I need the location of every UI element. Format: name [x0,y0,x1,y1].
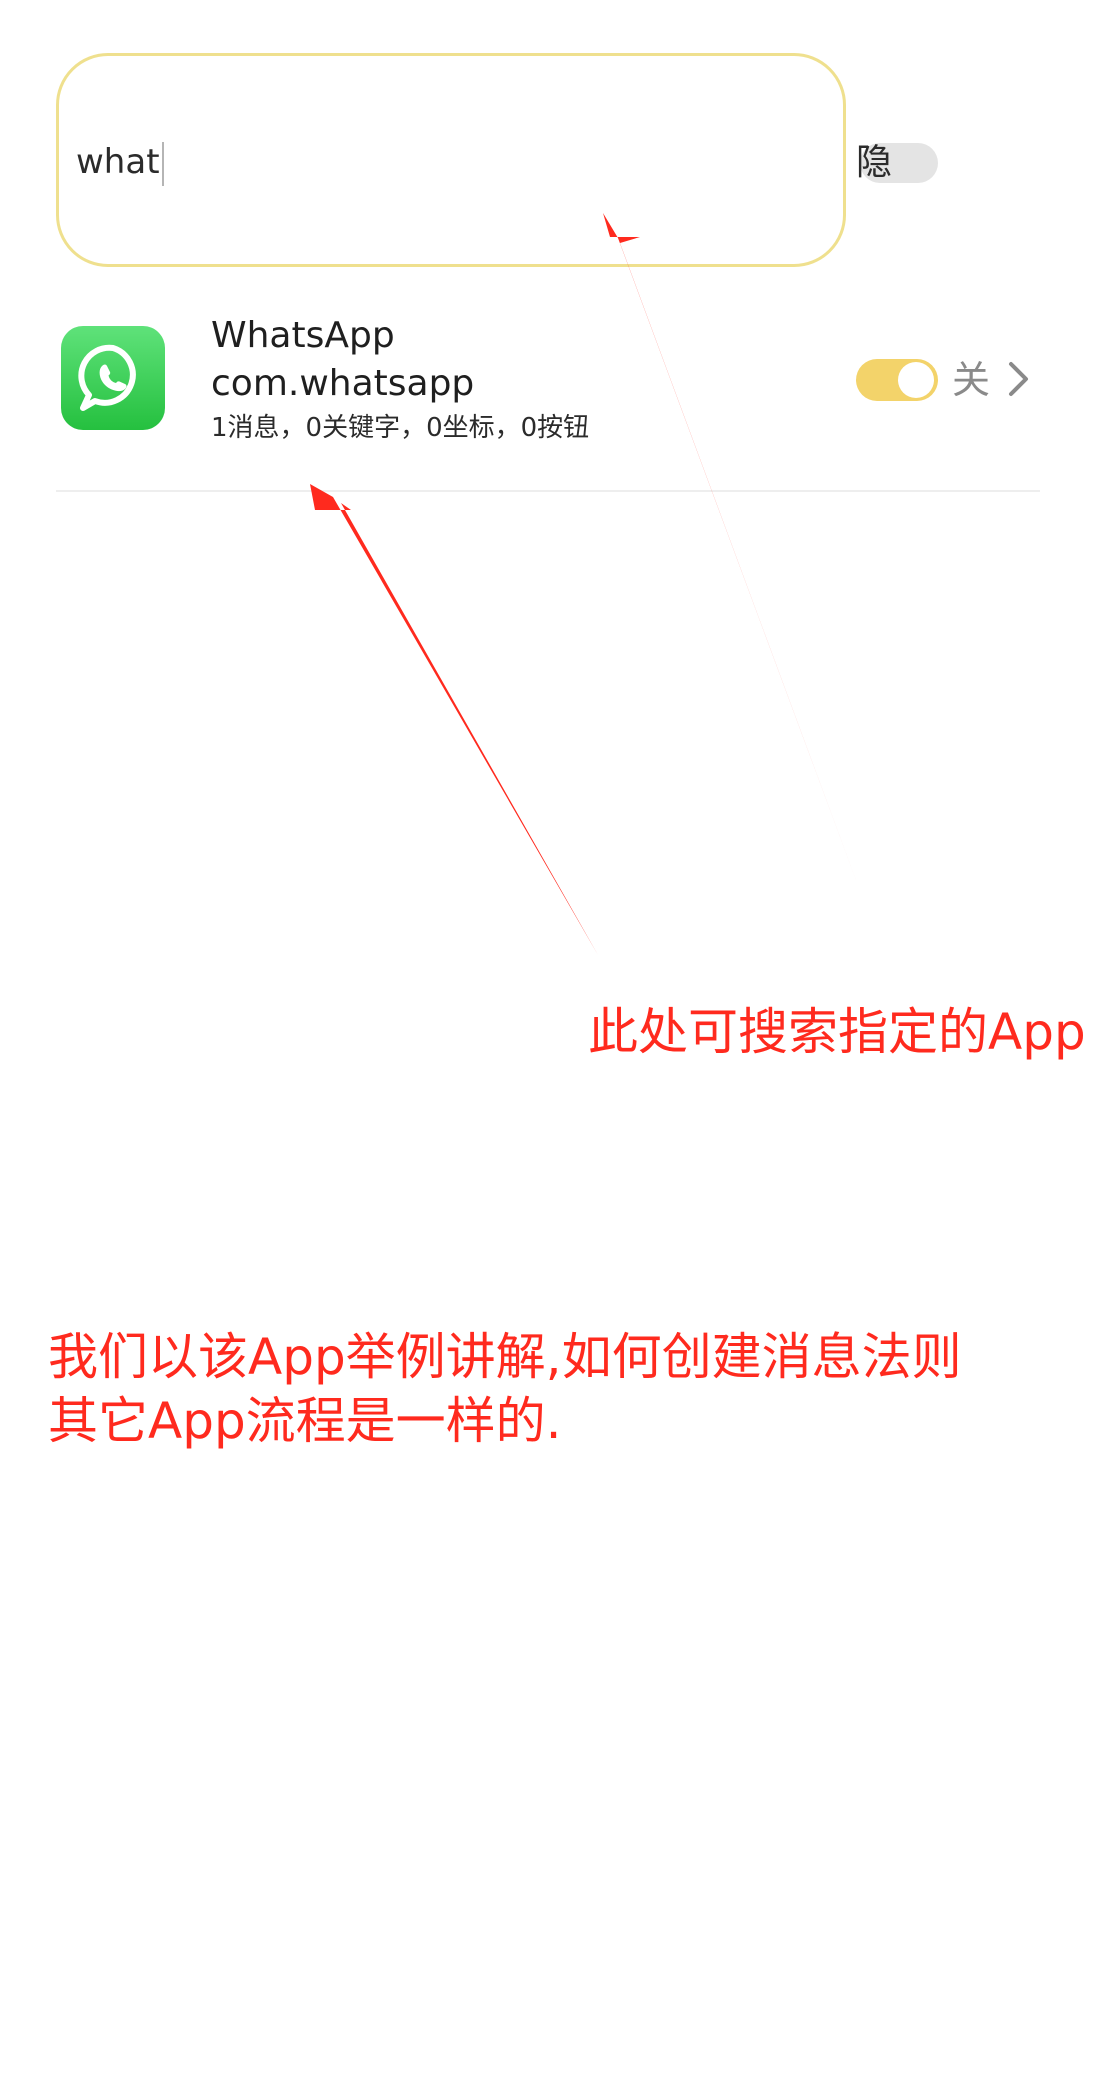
app-name: WhatsApp [211,315,395,356]
text-caret [161,141,164,186]
example-annotation: 我们以该App举例讲解,如何创建消息法则 其它App流程是一样的. [48,1325,962,1453]
whatsapp-logo [78,344,136,411]
hide-toggle-label: 隐 [856,142,893,183]
app-rule-stats: 1消息，0关键字，0坐标，0按钮 [211,413,590,443]
list-divider [56,490,1040,492]
example-annotation-line-2: 其它App流程是一样的. [48,1392,562,1450]
search-annotation: 此处可搜索指定的App [588,1003,1086,1061]
app-package: com.whatsapp [211,363,475,404]
search-input[interactable] [56,53,846,267]
app-enable-toggle[interactable] [856,359,938,401]
search-query: what [76,142,160,182]
app-status-label: 关 [952,358,991,402]
search-input-text[interactable]: what [76,138,164,186]
whatsapp-icon [61,326,165,430]
arrow-to-app-item [310,484,598,955]
app-list-item[interactable]: WhatsApp com.whatsapp 1消息，0关键字，0坐标，0按钮 关 [56,290,1031,490]
toggle-knob [898,362,934,398]
example-annotation-line-1: 我们以该App举例讲解,如何创建消息法则 [48,1328,962,1386]
chevron-right-icon[interactable] [1006,360,1032,398]
